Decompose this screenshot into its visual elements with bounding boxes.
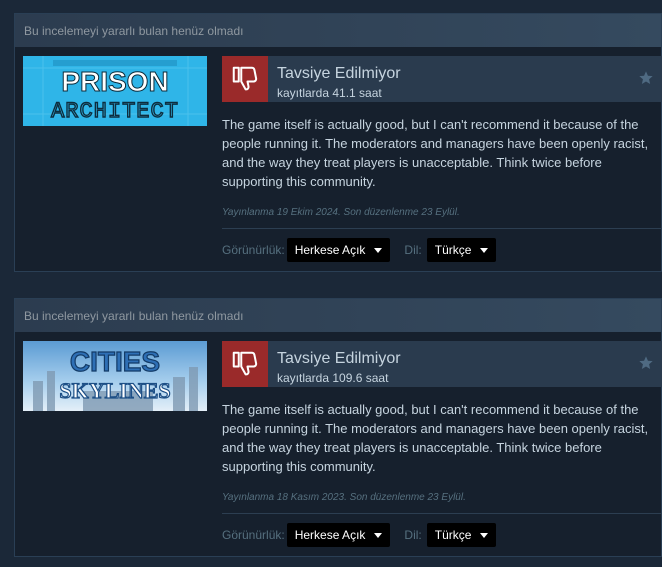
cities-skylines-logo: CITIES SKYLINES <box>23 341 207 411</box>
language-label: Dil: <box>404 243 422 257</box>
game-capsule-prison-architect[interactable]: PRISON ARCHITECT <box>23 56 207 126</box>
review-card: Bu incelemeyi yararlı bulan henüz olmadı… <box>14 13 662 272</box>
caret-down-icon <box>480 247 489 253</box>
helpful-header: Bu incelemeyi yararlı bulan henüz olmadı <box>15 299 661 332</box>
review-body: Tavsiye Edilmiyor kayıtlarda 109.6 saat … <box>222 341 662 547</box>
review-controls: Görünürlük: Herkese Açık Dil: Türkçe <box>222 238 662 262</box>
review-title-bar[interactable]: Tavsiye Edilmiyor kayıtlarda 109.6 saat <box>222 341 662 387</box>
thumbs-down-icon <box>222 341 268 387</box>
review-body: Tavsiye Edilmiyor kayıtlarda 41.1 saat T… <box>222 56 662 262</box>
svg-text:PRISON: PRISON <box>61 66 168 97</box>
divider <box>222 228 662 229</box>
language-label: Dil: <box>404 528 422 542</box>
game-capsule-cities-skylines[interactable]: CITIES SKYLINES <box>23 341 207 411</box>
playtime-hours: kayıtlarda 109.6 saat <box>277 371 389 385</box>
review-dates: Yayınlanma 18 Kasım 2023. Son düzenlenme… <box>222 492 466 503</box>
caret-down-icon <box>374 532 383 538</box>
language-select[interactable]: Türkçe <box>426 238 497 262</box>
review-title-bar[interactable]: Tavsiye Edilmiyor kayıtlarda 41.1 saat <box>222 56 662 102</box>
review-controls: Görünürlük: Herkese Açık Dil: Türkçe <box>222 523 662 547</box>
language-value: Türkçe <box>434 243 472 257</box>
review-verdict: Tavsiye Edilmiyor <box>277 65 401 82</box>
visibility-label: Görünürlük: <box>222 528 285 542</box>
star-icon[interactable] <box>638 70 654 86</box>
playtime-hours: kayıtlarda 41.1 saat <box>277 86 382 100</box>
helpful-header: Bu incelemeyi yararlı bulan henüz olmadı <box>15 14 661 47</box>
svg-text:ARCHITECT: ARCHITECT <box>51 99 179 124</box>
language-select[interactable]: Türkçe <box>426 523 497 547</box>
caret-down-icon <box>480 532 489 538</box>
star-icon[interactable] <box>638 355 654 371</box>
visibility-value: Herkese Açık <box>294 243 366 257</box>
thumbs-down-icon <box>222 56 268 102</box>
caret-down-icon <box>374 247 383 253</box>
svg-text:CITIES: CITIES <box>70 346 160 377</box>
language-value: Türkçe <box>434 528 472 542</box>
review-text: The game itself is actually good, but I … <box>222 402 649 474</box>
prison-architect-logo: PRISON ARCHITECT <box>23 56 207 126</box>
visibility-select[interactable]: Herkese Açık <box>286 523 391 547</box>
visibility-value: Herkese Açık <box>294 528 366 542</box>
divider <box>222 513 662 514</box>
review-verdict: Tavsiye Edilmiyor <box>277 350 401 367</box>
visibility-select[interactable]: Herkese Açık <box>286 238 391 262</box>
review-text: The game itself is actually good, but I … <box>222 117 649 189</box>
visibility-label: Görünürlük: <box>222 243 285 257</box>
review-card: Bu incelemeyi yararlı bulan henüz olmadı… <box>14 298 662 557</box>
review-dates: Yayınlanma 19 Ekim 2024. Son düzenlenme … <box>222 207 460 218</box>
svg-text:SKYLINES: SKYLINES <box>59 378 170 403</box>
